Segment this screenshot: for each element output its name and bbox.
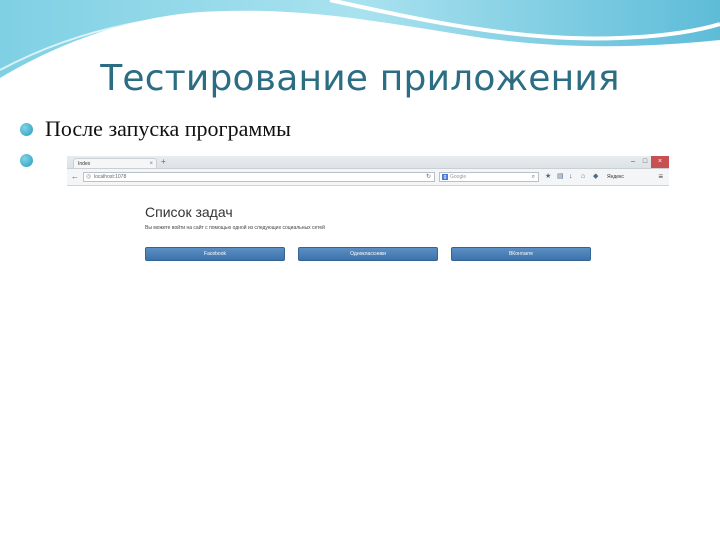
vkontakte-button[interactable]: ВКонтакте	[451, 247, 591, 261]
search-icon[interactable]: ⌕	[532, 173, 535, 181]
social-buttons: Facebook Одноклассники ВКонтакте	[145, 247, 592, 261]
globe-icon: ◎	[86, 174, 92, 180]
menu-icon[interactable]: ≡	[658, 172, 663, 182]
bookmarks-icon[interactable]: ▤	[557, 172, 564, 182]
bullet-text: После запуска программы	[45, 116, 291, 141]
new-tab-icon[interactable]: +	[161, 157, 166, 166]
browser-tab[interactable]: Index ×	[73, 158, 157, 168]
browser-titlebar: Index × + – □ ×	[67, 156, 669, 169]
search-placeholder: Google	[450, 174, 467, 180]
addon-icon[interactable]: ◆	[593, 172, 598, 182]
odnoklassniki-button[interactable]: Одноклассники	[298, 247, 438, 261]
reload-icon[interactable]: ↻	[426, 173, 431, 181]
close-tab-icon[interactable]: ×	[149, 159, 153, 169]
window-controls: – □ ×	[627, 156, 669, 168]
bullet-item: После запуска программы	[20, 116, 291, 142]
maximize-icon[interactable]: □	[639, 156, 651, 168]
close-window-icon[interactable]: ×	[651, 156, 669, 168]
page-heading: Список задач	[145, 204, 233, 220]
address-bar[interactable]: ◎ localhost:1078 ↻	[83, 172, 435, 182]
tab-title: Index	[78, 161, 91, 167]
browser-screenshot: Index × + – □ × ← ◎ localhost:1078 ↻ g G…	[67, 156, 669, 536]
google-icon: g	[442, 174, 448, 180]
yandex-label[interactable]: Яндекс	[607, 172, 624, 182]
bullet-item	[20, 154, 45, 167]
back-arrow-icon[interactable]: ←	[71, 172, 79, 182]
bullet-dot-icon	[20, 122, 33, 136]
bookmark-star-icon[interactable]: ★	[545, 172, 551, 182]
address-text: localhost:1078	[94, 174, 127, 180]
search-bar[interactable]: g Google ⌕	[439, 172, 539, 182]
slide-title: Тестирование приложения	[100, 58, 620, 99]
page-description: Вы можете войти на сайт с помощью одной …	[145, 225, 325, 231]
bullet-dot-icon	[20, 154, 33, 167]
facebook-button[interactable]: Facebook	[145, 247, 285, 261]
browser-toolbar: ← ◎ localhost:1078 ↻ g Google ⌕ ★ ▤ ↓ ⌂ …	[67, 169, 669, 186]
download-icon[interactable]: ↓	[569, 172, 573, 182]
minimize-icon[interactable]: –	[627, 156, 639, 168]
home-icon[interactable]: ⌂	[581, 172, 585, 182]
